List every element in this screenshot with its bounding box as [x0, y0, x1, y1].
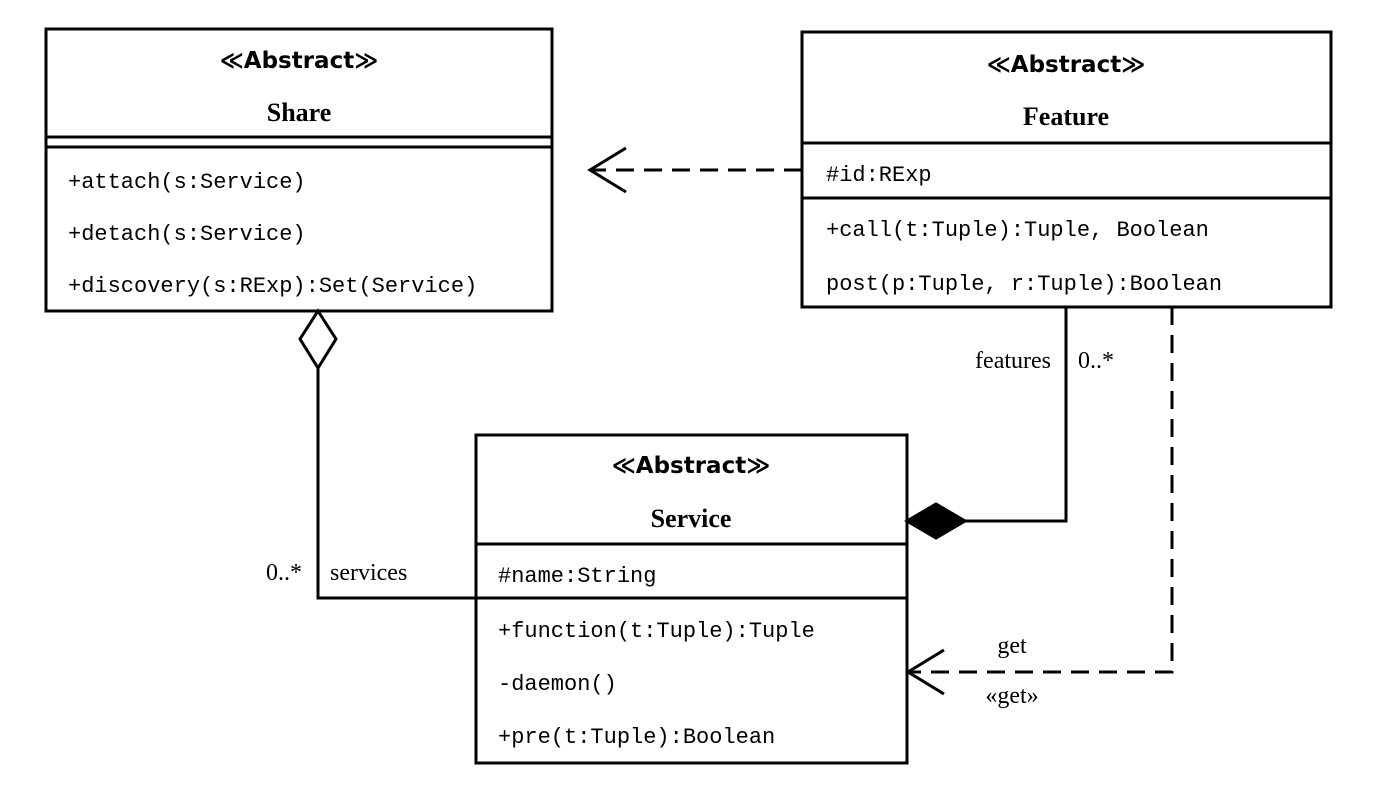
service-name: Service — [651, 504, 732, 533]
feature-attribute: #id:RExp — [826, 163, 932, 188]
get-label: get — [997, 633, 1027, 659]
share-method: +discovery(s:RExp):Set(Service) — [68, 274, 477, 299]
feature-method: post(p:Tuple, r:Tuple):Boolean — [826, 272, 1222, 297]
features-role: features — [975, 348, 1051, 374]
dependency-feature-share — [587, 146, 802, 194]
feature-name: Feature — [1023, 102, 1109, 131]
service-method: +pre(t:Tuple):Boolean — [498, 725, 775, 750]
services-multiplicity: 0..* — [266, 560, 302, 586]
service-stereotype: ≪Abstract≫ — [612, 453, 771, 479]
get-stereotype: «get» — [985, 683, 1038, 709]
aggregation-share-service — [298, 308, 476, 600]
class-service — [474, 433, 909, 765]
services-role: services — [330, 560, 407, 586]
share-method: +detach(s:Service) — [68, 222, 306, 247]
feature-method: +call(t:Tuple):Tuple, Boolean — [826, 218, 1209, 243]
service-method: +function(t:Tuple):Tuple — [498, 619, 815, 644]
uml-class-diagram: ≪Abstract≫ Share +attach(s:Service) +det… — [44, 27, 1333, 765]
features-multiplicity: 0..* — [1078, 348, 1114, 374]
share-name: Share — [267, 98, 332, 127]
share-stereotype: ≪Abstract≫ — [220, 48, 379, 74]
service-attribute: #name:String — [498, 564, 656, 589]
composition-service-feature — [904, 307, 1068, 540]
share-method: +attach(s:Service) — [68, 170, 306, 195]
feature-stereotype: ≪Abstract≫ — [987, 52, 1146, 78]
service-method: -daemon() — [498, 672, 617, 697]
